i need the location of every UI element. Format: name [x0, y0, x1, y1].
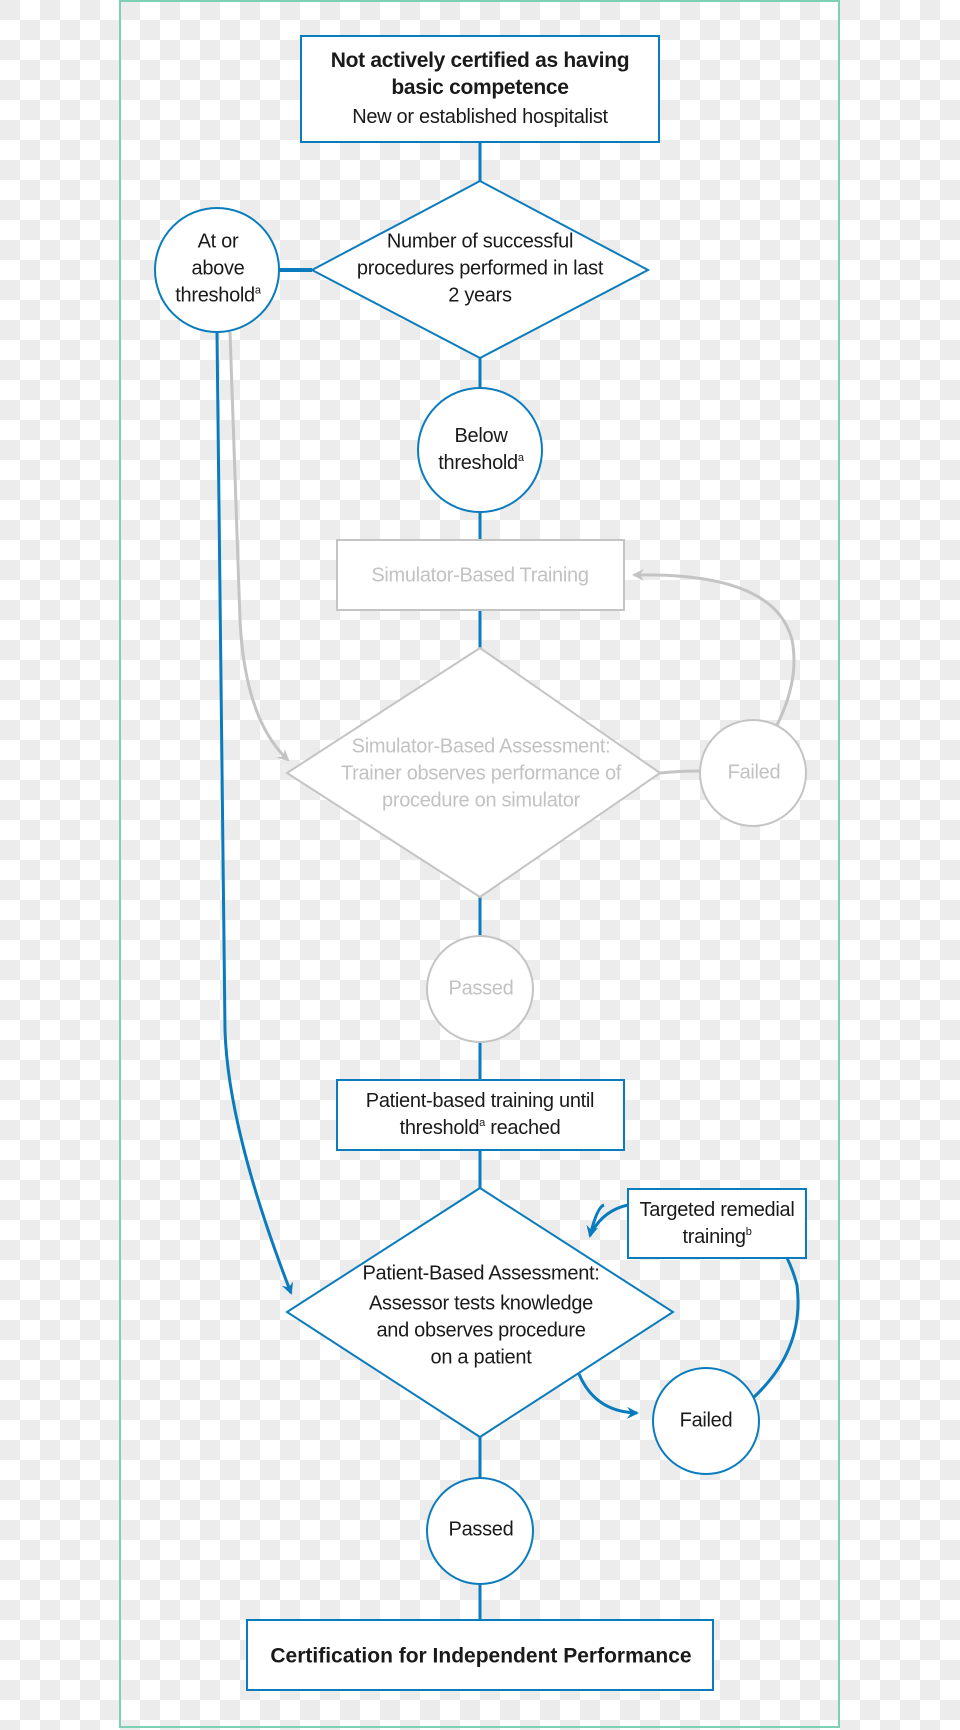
at-or-above-line1: At or — [197, 230, 239, 253]
at-or-above-line2: above — [191, 257, 245, 280]
patient-failed-label: Failed — [679, 1409, 733, 1432]
at-or-above-line3: threshold — [175, 284, 255, 307]
connector-simassessment-to-failed — [659, 769, 701, 775]
patient-training-line2-post: reached — [484, 1117, 561, 1139]
simulator-failed-label: Failed — [727, 761, 781, 784]
patient-assessment-line4: on a patient — [430, 1346, 532, 1369]
footnote-a-marker: a — [254, 284, 261, 297]
simulator-assessment-label: Simulator-Based Assessment: Trainer obse… — [341, 734, 621, 815]
below-line1: Below — [454, 425, 508, 447]
patient-assessment-line1: Patient-Based Assessment: — [362, 1262, 600, 1285]
arrow-patient-assessment-to-failed — [577, 1373, 639, 1419]
below-line2: threshold — [438, 452, 518, 474]
simulator-passed-label: Passed — [448, 977, 514, 1000]
patient-training-line1: Patient-based training until — [365, 1090, 595, 1112]
patient-assessment-line3: and observes procedure — [376, 1319, 586, 1342]
patient-training-label: Patient-based training until thresholda … — [365, 1088, 595, 1142]
start-subtitle: New or established hospitalist — [352, 106, 608, 128]
arrow-failed-to-remedial — [751, 1257, 800, 1400]
sim-assessment-line2: Trainer observes performance of — [340, 762, 622, 785]
patient-training-line2-pre: threshold — [399, 1117, 480, 1139]
arrow-atorabove-to-sim-assessment — [228, 331, 290, 762]
patient-passed-label: Passed — [448, 1518, 514, 1541]
start-node-label: Not actively certified as having basic c… — [331, 47, 630, 131]
arrow-simfailed-to-simtraining — [632, 568, 796, 728]
remedial-line1: Targeted remedial — [639, 1199, 795, 1221]
decision-line3: 2 years — [448, 284, 512, 307]
certification-label: Certification for Independent Performanc… — [270, 1644, 692, 1668]
remedial-training-label: Targeted remedial trainingb — [640, 1197, 795, 1251]
start-title-line2: basic competence — [391, 76, 569, 99]
remedial-line2: training — [682, 1226, 746, 1248]
decision-line2: procedures performed in last — [356, 257, 604, 280]
below-threshold-label: Below thresholda — [438, 423, 524, 477]
sim-assessment-line1: Simulator-Based Assessment: — [351, 735, 611, 758]
footnote-a-marker: a — [517, 452, 524, 464]
start-title-line1: Not actively certified as having — [330, 49, 630, 72]
patient-assessment-label: Patient-Based Assessment: Assessor tests… — [362, 1261, 599, 1372]
decision-line1: Number of successful — [386, 230, 574, 253]
decision-procedures-label: Number of successful procedures performe… — [357, 229, 603, 310]
patient-assessment-line2: Assessor tests knowledge — [368, 1292, 594, 1315]
arrow-atorabove-to-patient-assessment — [215, 331, 293, 1295]
simulator-training-label: Simulator-Based Training — [371, 564, 589, 587]
at-or-above-label: At or above thresholda — [175, 229, 261, 310]
sim-assessment-line3: procedure on simulator — [382, 789, 580, 812]
footnote-b-marker: b — [745, 1226, 752, 1238]
